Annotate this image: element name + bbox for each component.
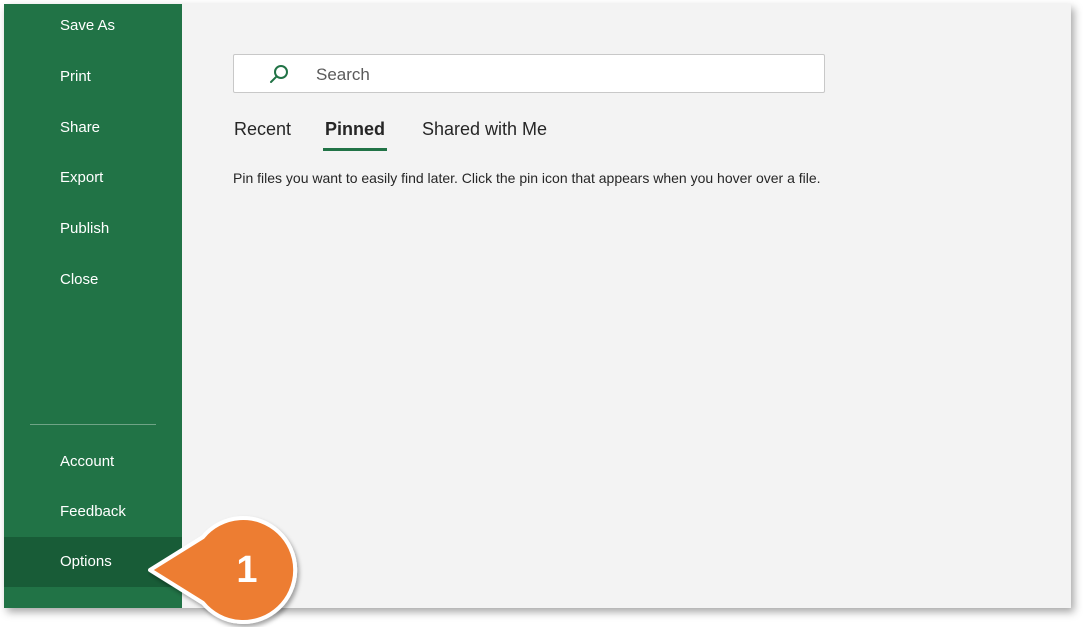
tab-shared-with-me[interactable]: Shared with Me [422, 116, 547, 152]
callout-number: 1 [236, 549, 258, 591]
sidebar-item-share[interactable]: Share [4, 104, 182, 152]
main-content: Recent Pinned Shared with Me Pin files y… [182, 4, 1071, 608]
sidebar-divider [30, 424, 156, 425]
sidebar-item-print[interactable]: Print [4, 53, 182, 101]
pinned-empty-hint: Pin files you want to easily find later.… [233, 170, 821, 186]
search-box[interactable] [233, 54, 825, 94]
sidebar-item-publish[interactable]: Publish [4, 205, 182, 253]
sidebar-item-account[interactable]: Account [4, 438, 182, 486]
tab-pinned[interactable]: Pinned [325, 116, 385, 152]
tab-recent[interactable]: Recent [234, 116, 291, 152]
callout-badge-shape [148, 516, 298, 624]
active-tab-indicator [323, 148, 387, 151]
sidebar-item-save-as[interactable]: Save As [4, 4, 182, 50]
sidebar-item-export[interactable]: Export [4, 154, 182, 202]
search-icon [268, 63, 290, 85]
sidebar-item-close[interactable]: Close [4, 256, 182, 304]
search-input[interactable] [314, 55, 818, 94]
